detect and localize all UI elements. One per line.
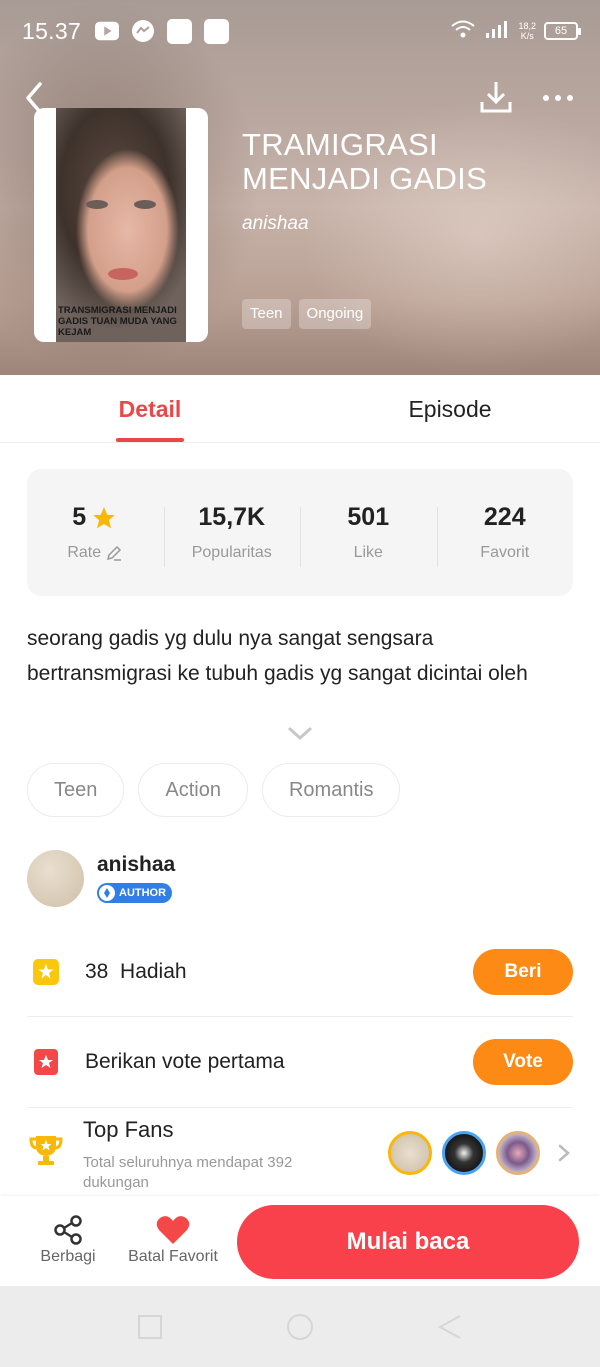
stat-favorite: 224 Favorit (436, 503, 574, 567)
tab-detail[interactable]: Detail (0, 375, 300, 442)
avatar (27, 849, 84, 907)
author-name: anishaa (97, 852, 176, 876)
author-card[interactable]: anishaa AUTHOR (27, 849, 175, 907)
genre-chip[interactable]: Romantis (261, 763, 401, 817)
back-button[interactable] (22, 78, 52, 118)
share-label: Berbagi (40, 1248, 96, 1265)
divider (27, 1107, 573, 1108)
battery-icon: 65 (544, 22, 581, 40)
popularity-label: Popularitas (191, 544, 272, 561)
author-badge-icon (99, 884, 115, 901)
favorite-value: 224 (483, 503, 526, 531)
like-label: Like (353, 544, 383, 561)
app-notification-icon (204, 18, 230, 44)
give-gift-button[interactable]: Beri (473, 949, 573, 995)
tab-episode[interactable]: Episode (300, 375, 600, 442)
synopsis-text: seorang gadis yg dulu nya sangat sengsar… (27, 627, 528, 685)
back-nav-icon[interactable] (436, 1313, 464, 1341)
genre-chip[interactable]: Teen (27, 763, 125, 817)
app-notification-icon (167, 18, 193, 44)
book-header: 15.37 18,2 K/s 65 TRANSMIGRASI MENJADI G… (0, 0, 600, 375)
book-detail-page: 15.37 18,2 K/s 65 TRANSMIGRASI MENJADI G… (0, 0, 600, 1367)
book-tags: Teen Ongoing (242, 299, 372, 329)
vote-ticket-icon (27, 1043, 65, 1081)
bottom-action-bar: Berbagi Batal Favorit Mulai baca (0, 1196, 600, 1286)
top-fans-subtitle: Total seluruhnya mendapat 392 dukungan (83, 1154, 293, 1191)
status-time: 15.37 (22, 17, 82, 44)
download-button[interactable] (476, 78, 516, 118)
gift-count-text: 38 Hadiah (85, 960, 187, 983)
rate-value: 5 (72, 503, 87, 531)
recent-apps-icon[interactable] (136, 1313, 164, 1341)
messenger-icon (131, 20, 155, 42)
stat-like: 501 Like (300, 503, 437, 567)
genre-list: Teen Action Romantis (27, 763, 401, 817)
share-icon (54, 1215, 82, 1245)
edit-pencil-icon (107, 545, 122, 561)
heart-icon (156, 1216, 190, 1244)
chevron-right-icon (558, 1144, 570, 1162)
gift-row: 38 Hadiah Beri (27, 949, 573, 995)
more-options-button[interactable] (538, 78, 578, 118)
home-icon[interactable] (286, 1313, 314, 1341)
tab-bar: Detail Episode (0, 375, 600, 443)
status-chip: Ongoing (298, 299, 372, 329)
gift-icon (27, 953, 65, 991)
stat-rate[interactable]: 5 Rate (27, 503, 164, 562)
tag-chip: Teen (242, 299, 291, 329)
trophy-icon (27, 1131, 65, 1169)
expand-synopsis-button[interactable] (286, 725, 314, 743)
share-button[interactable]: Berbagi (38, 1212, 98, 1266)
like-value: 501 (347, 503, 390, 531)
chevron-down-icon (288, 727, 312, 741)
signal-icon (484, 19, 510, 44)
stats-panel: 5 Rate 15,7K Popularitas 501 Like 224 Fa… (27, 469, 573, 596)
start-reading-button[interactable]: Mulai baca (237, 1205, 579, 1279)
unfavorite-button[interactable]: Batal Favorit (124, 1212, 222, 1266)
unfavorite-label: Batal Favorit (128, 1248, 218, 1265)
book-author[interactable]: anishaa (242, 213, 309, 235)
vote-row: Berikan vote pertama Vote (27, 1039, 573, 1085)
fan-avatar (388, 1131, 432, 1175)
cover-title-text: TRANSMIGRASI MENJADI GADIS TUAN MUDA YAN… (58, 305, 177, 338)
author-badge: AUTHOR (97, 882, 173, 903)
top-fans-title: Top Fans (83, 1117, 174, 1142)
vote-button[interactable]: Vote (473, 1039, 573, 1085)
book-title: TRAMIGRASI MENJADI GADIS (242, 127, 488, 196)
network-speed: 18,2 K/s (518, 21, 536, 41)
fan-avatar (442, 1131, 486, 1175)
download-icon (480, 82, 512, 113)
star-icon (93, 506, 116, 528)
book-cover[interactable]: TRANSMIGRASI MENJADI GADIS TUAN MUDA YAN… (34, 108, 208, 342)
status-bar: 15.37 18,2 K/s 65 (22, 14, 581, 48)
genre-chip[interactable]: Action (138, 763, 248, 817)
stat-popularity: 15,7K Popularitas (163, 503, 301, 567)
favorite-label: Favorit (480, 544, 530, 561)
popularity-value: 15,7K (198, 503, 266, 531)
rate-label: Rate (67, 544, 102, 561)
divider (27, 1016, 573, 1017)
system-navigation-bar (0, 1286, 600, 1367)
top-navigation (22, 78, 578, 118)
fan-avatar (496, 1131, 540, 1175)
vote-prompt-text: Berikan vote pertama (85, 1050, 285, 1073)
chevron-left-icon (26, 82, 42, 114)
top-fans-row[interactable]: Top Fans Total seluruhnya mendapat 392 d… (27, 1115, 573, 1193)
wifi-icon (450, 19, 476, 44)
youtube-icon (95, 20, 120, 42)
